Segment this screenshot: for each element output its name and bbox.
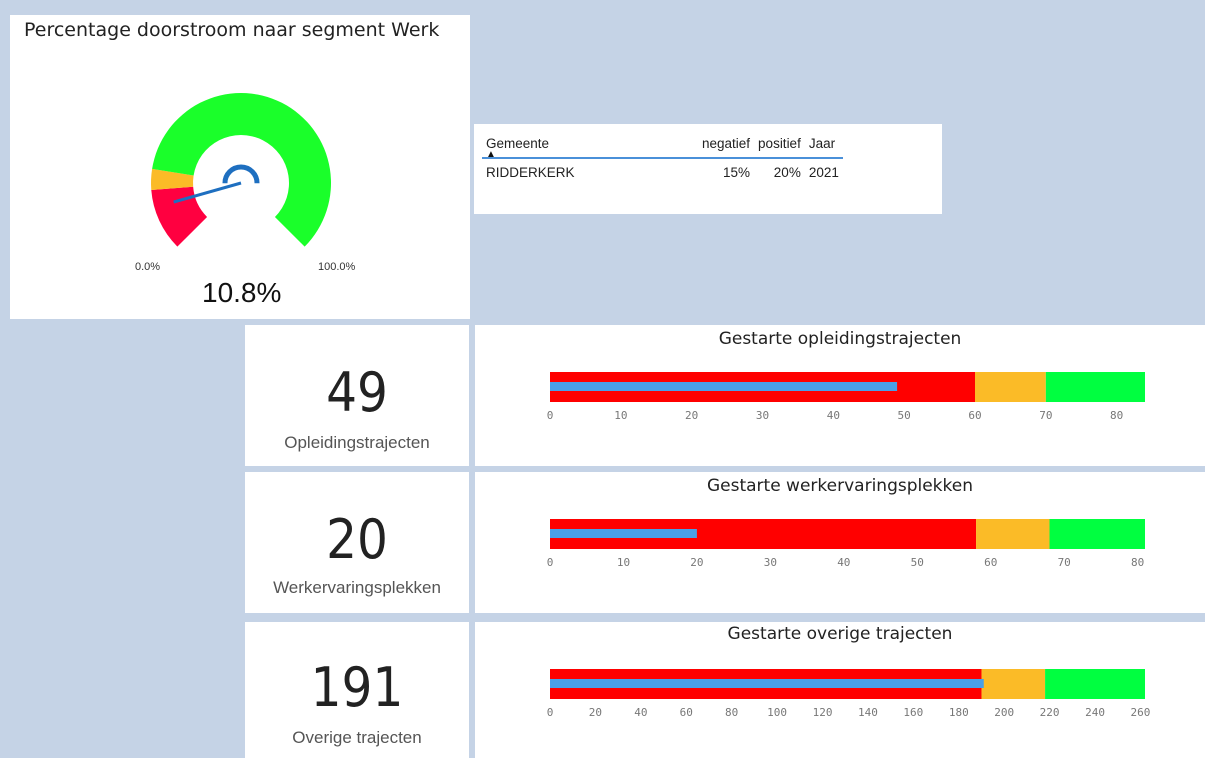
range-band xyxy=(981,669,1046,699)
column-header-jaar[interactable]: Jaar xyxy=(804,134,843,159)
table-header-row: Gemeente ▲ negatief positief Jaar xyxy=(482,134,843,160)
kpi-label: Werkervaringsplekken xyxy=(273,578,441,597)
sort-ascending-icon: ▲ xyxy=(486,149,496,160)
column-header-label: Jaar xyxy=(808,136,836,151)
kpi-value: 191 xyxy=(310,656,404,719)
bullet-chart-svg: 0 10 20 30 40 50 60 70 80 xyxy=(547,372,1145,422)
tick-label: 0 xyxy=(547,409,554,422)
table-cell-negatief: 15% xyxy=(723,165,751,180)
gauge-value: 10.8% xyxy=(202,277,282,308)
tick-label: 70 xyxy=(1058,556,1071,569)
column-header-gemeente[interactable]: Gemeente ▲ xyxy=(482,134,682,160)
tick-label: 60 xyxy=(968,409,981,422)
tick-label: 0 xyxy=(547,706,554,719)
tick-label: 60 xyxy=(680,706,693,719)
tick-label: 120 xyxy=(813,706,833,719)
gauge-needle-hub xyxy=(222,164,260,184)
tick-label: 20 xyxy=(690,556,703,569)
gauge-max-label: 100.0% xyxy=(318,261,356,273)
bullet-chart-overige-trajecten: Gestarte overige trajecten 0 20 40 60 80 100 1… xyxy=(475,622,1205,758)
kpi-card-overige-trajecten: 191 Overige trajecten xyxy=(245,622,469,758)
tick-label: 180 xyxy=(949,706,969,719)
range-band xyxy=(975,372,1046,402)
data-table: Gemeente ▲ negatief positief Jaar RIDDER… xyxy=(482,134,843,186)
gauge-min-label: 0.0% xyxy=(135,261,161,273)
tick-label: 40 xyxy=(837,556,850,569)
tick-label: 30 xyxy=(756,409,769,422)
bullet-chart-svg: 0 20 40 60 80 100 120 140 160 180 200 220 240 260 xyxy=(547,669,1151,719)
range-band xyxy=(1045,669,1145,699)
tick-label: 100 xyxy=(767,706,787,719)
table-cell-jaar: 2021 xyxy=(808,165,839,180)
tick-label: 50 xyxy=(898,409,911,422)
table-row: RIDDERKERK 15% 20% 2021 xyxy=(482,158,843,186)
column-header-negatief[interactable]: negatief xyxy=(682,134,755,159)
tick-label: 30 xyxy=(764,556,777,569)
column-header-label: negatief xyxy=(702,136,751,151)
table-tile: Gemeente ▲ negatief positief Jaar RIDDER… xyxy=(474,124,942,214)
kpi-label: Opleidingstrajecten xyxy=(284,433,430,452)
table-cell-gemeente: RIDDERKERK xyxy=(486,165,575,180)
bullet-chart-opleidingstrajecten: Gestarte opleidingstrajecten 0 10 20 30 40 50… xyxy=(475,325,1205,466)
tick-label: 40 xyxy=(634,706,647,719)
value-bar xyxy=(550,529,697,538)
gauge-chart xyxy=(151,93,331,247)
column-header-label: positief xyxy=(758,136,801,151)
kpi-value: 20 xyxy=(326,508,388,571)
kpi-label: Overige trajecten xyxy=(292,728,422,747)
kpi-value: 49 xyxy=(326,361,388,424)
range-band xyxy=(1049,519,1145,549)
kpi-card-opleidingstrajecten: 49 Opleidingstrajecten xyxy=(245,325,469,466)
tick-label: 80 xyxy=(725,706,738,719)
tick-label: 140 xyxy=(858,706,878,719)
bullet-chart-werkervaringsplekken: Gestarte werkervaringsplekken 0 10 20 30 40 5… xyxy=(475,472,1205,613)
gauge-tile: Percentage doorstroom naar segment Werk … xyxy=(10,15,470,319)
tick-label: 80 xyxy=(1110,409,1123,422)
tick-label: 240 xyxy=(1085,706,1105,719)
range-band xyxy=(1045,372,1145,402)
tick-label: 10 xyxy=(614,409,627,422)
tick-label: 220 xyxy=(1040,706,1060,719)
kpi-card-werkervaringsplekken: 20 Werkervaringsplekken xyxy=(245,472,469,613)
tick-label: 160 xyxy=(903,706,923,719)
bullet-chart-svg: 0 10 20 30 40 50 60 70 80 xyxy=(547,519,1145,569)
value-bar xyxy=(550,382,898,391)
tick-label: 20 xyxy=(685,409,698,422)
range-band xyxy=(976,519,1050,549)
tick-label: 60 xyxy=(984,556,997,569)
tick-label: 70 xyxy=(1039,409,1052,422)
table-cell-positief: 20% xyxy=(773,165,801,180)
column-header-positief[interactable]: positief xyxy=(754,134,805,159)
tick-label: 40 xyxy=(827,409,840,422)
tick-label: 0 xyxy=(547,556,554,569)
tick-label: 10 xyxy=(617,556,630,569)
tick-label: 50 xyxy=(911,556,924,569)
tick-label: 80 xyxy=(1131,556,1144,569)
tick-label: 20 xyxy=(589,706,602,719)
value-bar xyxy=(550,679,984,688)
tick-label: 200 xyxy=(994,706,1014,719)
tick-label: 260 xyxy=(1131,706,1151,719)
